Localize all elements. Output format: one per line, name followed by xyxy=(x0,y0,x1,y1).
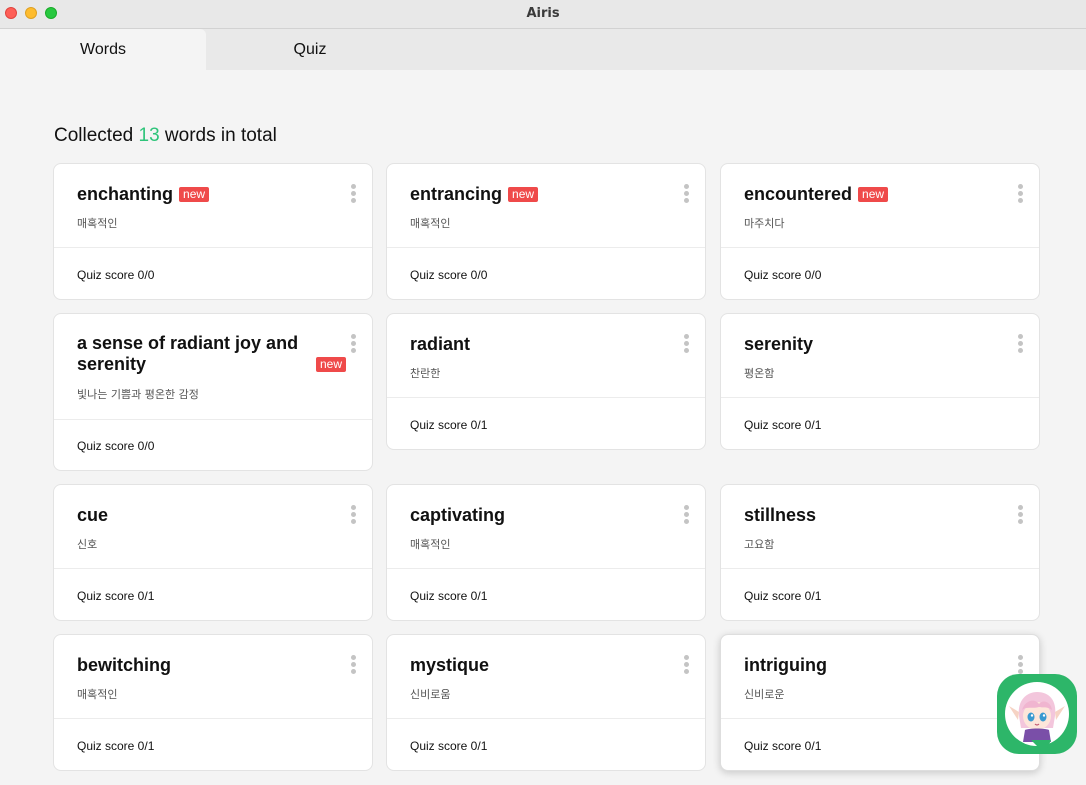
word-title: entrancing xyxy=(410,184,503,204)
word-meaning: 평온함 xyxy=(744,367,775,380)
word-meaning: 빛나는 기쁨과 평온한 감정 xyxy=(77,388,199,401)
quiz-score: Quiz score 0/1 xyxy=(744,418,822,432)
kebab-icon[interactable] xyxy=(348,505,358,527)
quiz-score: Quiz score 0/1 xyxy=(744,739,822,753)
card-divider xyxy=(387,718,705,719)
tab-words[interactable]: Words xyxy=(0,29,206,70)
speech-tail-icon xyxy=(1031,740,1051,754)
quiz-score: Quiz score 0/1 xyxy=(744,589,822,603)
word-row: encountered new xyxy=(744,183,999,205)
word-title: encountered xyxy=(744,184,853,204)
assistant-avatar-svg xyxy=(1009,692,1065,742)
card-divider xyxy=(387,247,705,248)
kebab-icon[interactable] xyxy=(681,505,691,527)
kebab-icon[interactable] xyxy=(681,184,691,206)
word-title: captivating xyxy=(410,505,506,525)
word-row: enchanting new xyxy=(77,183,332,205)
word-card[interactable]: intriguing 신비로운 Quiz score 0/1 xyxy=(720,634,1040,771)
word-meaning: 매혹적인 xyxy=(410,217,451,230)
word-card[interactable]: enchanting new 매혹적인 Quiz score 0/0 xyxy=(53,163,373,300)
word-row: bewitching xyxy=(77,654,332,676)
word-row: mystique xyxy=(410,654,665,676)
card-divider xyxy=(721,718,1039,719)
word-title: enchanting xyxy=(77,184,174,204)
word-card[interactable]: entrancing new 매혹적인 Quiz score 0/0 xyxy=(386,163,706,300)
word-row: stillness xyxy=(744,504,999,526)
word-row: serenity xyxy=(744,333,999,355)
quiz-score: Quiz score 0/0 xyxy=(77,268,155,282)
kebab-icon[interactable] xyxy=(1015,334,1025,356)
new-badge: new xyxy=(179,186,210,202)
word-title: intriguing xyxy=(744,655,827,675)
kebab-icon[interactable] xyxy=(348,184,358,206)
summary-suffix: words in total xyxy=(159,125,277,146)
word-title: serenity xyxy=(744,334,814,354)
new-badge: new xyxy=(316,357,347,372)
collection-summary: Collected 13 words in total xyxy=(54,125,277,147)
word-card[interactable]: stillness 고요함 Quiz score 0/1 xyxy=(720,484,1040,621)
word-title: bewitching xyxy=(77,655,171,675)
quiz-score: Quiz score 0/0 xyxy=(744,268,822,282)
word-row: captivating xyxy=(410,504,665,526)
word-title: radiant xyxy=(410,334,471,354)
card-divider xyxy=(54,718,372,719)
quiz-score: Quiz score 0/0 xyxy=(410,268,488,282)
new-badge: new xyxy=(508,186,539,202)
word-meaning: 마주치다 xyxy=(744,217,785,230)
word-meaning: 매혹적인 xyxy=(77,688,118,701)
word-title: a sense of radiant joy and serenity xyxy=(77,333,299,374)
word-meaning: 고요함 xyxy=(744,538,775,551)
word-card[interactable]: captivating 매혹적인 Quiz score 0/1 xyxy=(386,484,706,621)
word-card[interactable]: encountered new 마주치다 Quiz score 0/0 xyxy=(720,163,1040,300)
quiz-score: Quiz score 0/0 xyxy=(77,439,155,453)
window-title: Airis xyxy=(526,6,560,21)
card-divider xyxy=(721,247,1039,248)
word-count: 13 xyxy=(138,125,160,146)
word-title: cue xyxy=(77,505,109,525)
word-title: stillness xyxy=(744,505,817,525)
quiz-score: Quiz score 0/1 xyxy=(410,739,488,753)
title-bar: Airis xyxy=(0,0,1086,29)
word-card[interactable]: cue 신호 Quiz score 0/1 xyxy=(53,484,373,621)
quiz-score: Quiz score 0/1 xyxy=(410,589,488,603)
tab-bar: Words Quiz xyxy=(0,29,1086,70)
word-meaning: 신호 xyxy=(77,538,98,551)
summary-prefix: Collected xyxy=(54,125,139,146)
card-divider xyxy=(54,568,372,569)
quiz-score: Quiz score 0/1 xyxy=(77,589,155,603)
word-meaning: 찬란한 xyxy=(410,367,441,380)
word-row: intriguing xyxy=(744,654,999,676)
card-divider xyxy=(387,397,705,398)
word-row: cue xyxy=(77,504,332,526)
quiz-score: Quiz score 0/1 xyxy=(410,418,488,432)
word-title: mystique xyxy=(410,655,490,675)
word-meaning: 매혹적인 xyxy=(410,538,451,551)
assistant-avatar-icon xyxy=(1005,682,1069,746)
word-meaning: 신비로움 xyxy=(410,688,451,701)
word-meaning: 신비로운 xyxy=(744,688,785,701)
word-card[interactable]: bewitching 매혹적인 Quiz score 0/1 xyxy=(53,634,373,771)
word-card[interactable]: mystique 신비로움 Quiz score 0/1 xyxy=(386,634,706,771)
kebab-icon[interactable] xyxy=(348,334,358,356)
quiz-score: Quiz score 0/1 xyxy=(77,739,155,753)
new-badge: new xyxy=(858,186,889,202)
word-row: radiant xyxy=(410,333,665,355)
kebab-icon[interactable] xyxy=(1015,184,1025,206)
tab-quiz[interactable]: Quiz xyxy=(206,29,414,70)
kebab-icon[interactable] xyxy=(681,334,691,356)
kebab-icon[interactable] xyxy=(348,655,358,677)
word-card[interactable]: serenity 평온함 Quiz score 0/1 xyxy=(720,313,1040,450)
kebab-icon[interactable] xyxy=(681,655,691,677)
kebab-icon[interactable] xyxy=(1015,505,1025,527)
word-row: entrancing new xyxy=(410,183,665,205)
card-divider xyxy=(387,568,705,569)
card-divider xyxy=(54,247,372,248)
card-divider xyxy=(721,397,1039,398)
word-card[interactable]: radiant 찬란한 Quiz score 0/1 xyxy=(386,313,706,450)
card-divider xyxy=(54,419,372,420)
word-card[interactable]: a sense of radiant joy and serenity new … xyxy=(53,313,373,471)
card-divider xyxy=(721,568,1039,569)
assistant-button[interactable] xyxy=(997,674,1077,754)
word-meaning: 매혹적인 xyxy=(77,217,118,230)
